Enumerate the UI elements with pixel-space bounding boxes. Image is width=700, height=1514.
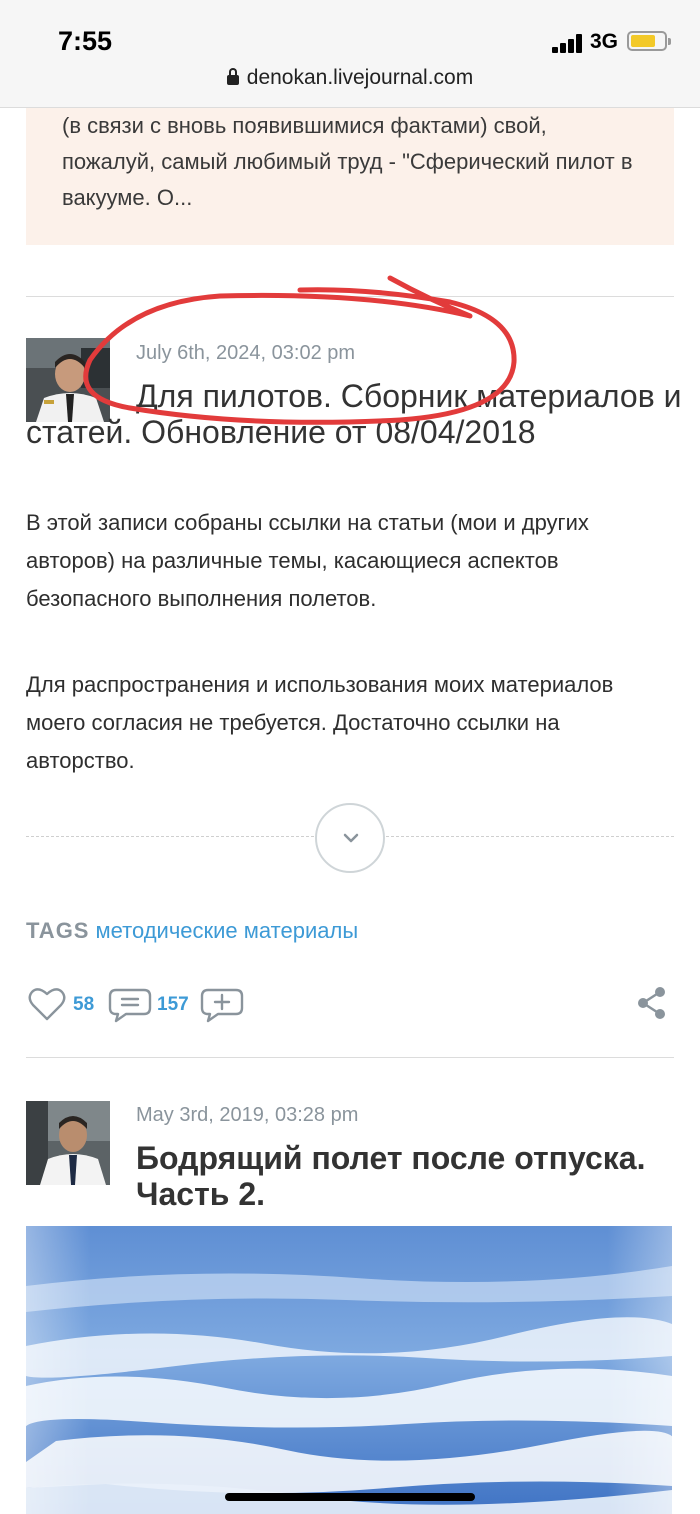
share-icon[interactable] [636, 986, 668, 1020]
comment-icon[interactable] [108, 986, 152, 1024]
entry-paragraph: Для распространения и использования моих… [26, 672, 614, 773]
add-comment-icon[interactable] [200, 986, 244, 1024]
lock-icon [226, 68, 239, 85]
home-indicator [225, 1493, 475, 1501]
excerpt-text: (в связи с вновь появившимися фактами) с… [62, 113, 633, 210]
signal-icon [552, 33, 586, 53]
previous-entry-excerpt[interactable]: (в связи с вновь появившимися фактами) с… [26, 90, 674, 245]
likes-count[interactable]: 58 [73, 994, 94, 1016]
divider [26, 296, 674, 297]
tags-row: TAGS методические материалы [26, 918, 358, 944]
entry-title[interactable]: Для пилотов. Сборник материалов и статей… [26, 378, 686, 450]
comments-count[interactable]: 157 [157, 994, 189, 1016]
status-bar: 7:55 3G denokan.livejournal.com [0, 0, 700, 108]
entry-image[interactable] [26, 1226, 672, 1514]
battery-icon [627, 31, 671, 51]
entry-date: July 6th, 2024, 03:02 pm [136, 342, 356, 364]
address-bar[interactable]: denokan.livejournal.com [0, 66, 700, 90]
divider [26, 1057, 674, 1058]
author-avatar[interactable] [26, 1101, 110, 1185]
entry-paragraph: В этой записи собраны ссылки на статьи (… [26, 510, 589, 611]
heart-icon[interactable] [28, 986, 66, 1022]
tag-link[interactable]: методические материалы [95, 918, 358, 943]
chevron-down-icon [343, 833, 359, 843]
expand-button[interactable] [315, 803, 385, 873]
status-time: 7:55 [58, 26, 113, 56]
entry-date: May 3rd, 2019, 03:28 pm [136, 1104, 359, 1126]
url-text: denokan.livejournal.com [246, 66, 474, 89]
entry-title[interactable]: Бодрящий полет после отпуска. Часть 2. [136, 1140, 696, 1212]
tags-label: TAGS [26, 918, 90, 943]
entry-actions: 58 157 [26, 984, 674, 1028]
network-type: 3G [590, 30, 619, 53]
